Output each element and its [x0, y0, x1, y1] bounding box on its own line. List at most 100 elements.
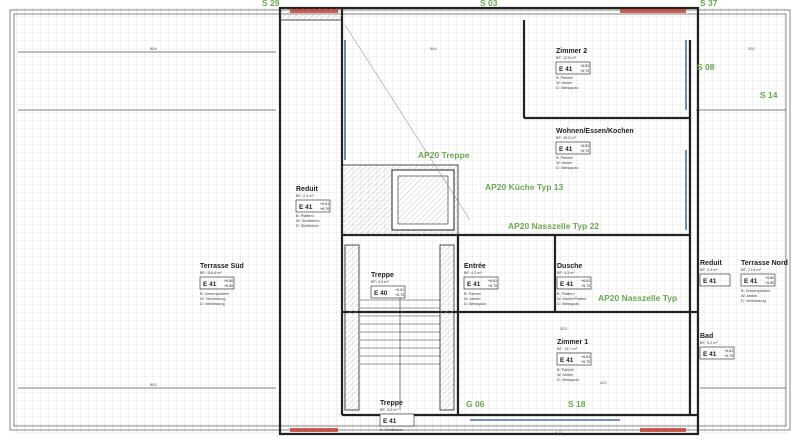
- svg-text:B: Zementplatten: B: Zementplatten: [741, 289, 770, 293]
- svg-text:Reduit: Reduit: [296, 186, 318, 193]
- svg-text:+6.70: +6.70: [580, 149, 589, 153]
- svg-text:+6.50: +6.50: [224, 284, 233, 288]
- svg-text:E 41: E 41: [467, 281, 481, 288]
- svg-text:Dusche: Dusche: [557, 263, 582, 270]
- svg-text:E 41: E 41: [703, 278, 717, 285]
- svg-text:BF: 21.6 m²: BF: 21.6 m²: [741, 268, 762, 272]
- floor-plan-drawing: 854 544 802 323 422 202 8.11 S 29 S 03 S…: [0, 0, 800, 439]
- svg-text:+6.70: +6.70: [320, 207, 329, 211]
- dim-802: 802: [150, 382, 157, 387]
- svg-text:+6.81: +6.81: [581, 279, 590, 283]
- dim-202: 202: [748, 46, 755, 51]
- svg-text:D: Weissputz: D: Weissputz: [556, 166, 578, 170]
- svg-text:BF: 4.2 m²: BF: 4.2 m²: [464, 271, 482, 275]
- svg-text:+6.81: +6.81: [580, 144, 589, 148]
- svg-text:Treppe: Treppe: [371, 272, 394, 279]
- svg-text:B: Parkett: B: Parkett: [556, 156, 574, 160]
- svg-text:Bad: Bad: [700, 333, 713, 340]
- svg-text:Entrée: Entrée: [464, 263, 486, 270]
- svg-text:Wohnen/Essen/Kochen: Wohnen/Essen/Kochen: [556, 128, 634, 135]
- svg-text:B: Plattení: B: Plattení: [296, 214, 314, 218]
- svg-text:D: Sichtbeton: D: Sichtbeton: [296, 224, 319, 228]
- svg-text:+6.50: +6.50: [765, 281, 774, 285]
- svg-text:W: Sichtbeton: W: Sichtbeton: [296, 219, 320, 223]
- label-ap-nasszelle: AP20 Nasszelle Typ: [598, 293, 677, 303]
- svg-text:W: Abrieb/Platten: W: Abrieb/Platten: [557, 297, 586, 301]
- mark-s18: S 18: [568, 399, 586, 409]
- svg-text:Terrasse Nord: Terrasse Nord: [741, 260, 788, 267]
- svg-text:B: Parkett: B: Parkett: [464, 292, 482, 296]
- svg-text:W: Abrieb: W: Abrieb: [741, 294, 757, 298]
- svg-text:W: Abrieb: W: Abrieb: [557, 373, 573, 377]
- mark-s37: S 37: [700, 0, 718, 8]
- svg-text:BF: 4.5 m²: BF: 4.5 m²: [371, 280, 389, 284]
- svg-text:+6.81: +6.81: [395, 288, 404, 292]
- label-ap-treppe: AP20 Treppe: [418, 150, 470, 160]
- svg-text:W: Verkleidung: W: Verkleidung: [200, 297, 225, 301]
- mark-s03: S 03: [480, 0, 498, 8]
- svg-text:B: Sichtbeton: B: Sichtbeton: [380, 428, 403, 432]
- svg-text:+6.70: +6.70: [395, 293, 404, 297]
- svg-text:D: Weissputz: D: Weissputz: [464, 302, 486, 306]
- dim-422: 422: [600, 380, 607, 385]
- svg-text:Reduit: Reduit: [700, 260, 722, 267]
- mark-s14: S 14: [760, 90, 778, 100]
- svg-text:E 41: E 41: [559, 66, 573, 73]
- svg-text:B: Parkett: B: Parkett: [556, 76, 574, 80]
- svg-text:+6.81: +6.81: [580, 64, 589, 68]
- svg-text:E 40: E 40: [374, 290, 388, 297]
- svg-text:D: Weissputz: D: Weissputz: [557, 302, 579, 306]
- svg-text:E 41: E 41: [299, 204, 313, 211]
- svg-text:+6.70: +6.70: [488, 284, 497, 288]
- svg-text:BF: 5.2 m²: BF: 5.2 m²: [700, 341, 718, 345]
- svg-text:E 41: E 41: [703, 351, 717, 358]
- svg-text:+6.81: +6.81: [724, 349, 733, 353]
- svg-text:B: Parkett: B: Parkett: [557, 368, 575, 372]
- svg-text:D: Weissputz: D: Weissputz: [556, 86, 578, 90]
- svg-text:D: Weissputz: D: Weissputz: [557, 378, 579, 382]
- dim-811: 8.11: [555, 430, 563, 435]
- svg-text:+6.70: +6.70: [581, 284, 590, 288]
- svg-text:Zimmer 2: Zimmer 2: [556, 48, 587, 55]
- svg-text:+6.81: +6.81: [488, 279, 497, 283]
- svg-text:E 41: E 41: [383, 418, 397, 425]
- svg-text:+6.81: +6.81: [320, 202, 329, 206]
- svg-text:Terrasse Süd: Terrasse Süd: [200, 263, 244, 270]
- mark-s29: S 29: [262, 0, 280, 8]
- svg-text:D: Verkleidung: D: Verkleidung: [200, 302, 225, 306]
- svg-text:Treppe: Treppe: [380, 400, 403, 407]
- dim-544: 544: [430, 46, 437, 51]
- svg-text:BF: 3.3 m²: BF: 3.3 m²: [700, 268, 718, 272]
- mark-g06: G 06: [466, 399, 485, 409]
- mark-s08: S 08: [697, 62, 715, 72]
- svg-text:E 41: E 41: [203, 281, 217, 288]
- svg-text:W: Abrieb: W: Abrieb: [464, 297, 480, 301]
- svg-text:W: Abrieb: W: Abrieb: [556, 81, 572, 85]
- dim-854: 854: [150, 46, 157, 51]
- svg-text:+6.81: +6.81: [581, 355, 590, 359]
- svg-text:Zimmer 1: Zimmer 1: [557, 339, 588, 346]
- svg-text:BF: 2.3 m²: BF: 2.3 m²: [296, 194, 314, 198]
- svg-text:D: Verkleidung: D: Verkleidung: [741, 299, 766, 303]
- label-ap-kueche: AP20 Küche Typ 13: [485, 182, 564, 192]
- svg-text:+6.80: +6.80: [224, 279, 233, 283]
- svg-text:BF: 116.6 m²: BF: 116.6 m²: [200, 271, 222, 275]
- svg-text:BF: 3.5 m²: BF: 3.5 m²: [380, 408, 398, 412]
- svg-text:B: Plattení: B: Plattení: [557, 292, 575, 296]
- floor-plan: 854 544 802 323 422 202 8.11 S 29 S 03 S…: [0, 0, 800, 439]
- svg-text:E 41: E 41: [560, 281, 574, 288]
- svg-text:+6.70: +6.70: [580, 69, 589, 73]
- svg-text:+6.80: +6.80: [765, 276, 774, 280]
- dim-323: 323: [560, 326, 567, 331]
- svg-text:W: Abrieb: W: Abrieb: [556, 161, 572, 165]
- svg-text:BF: 12.5 m²: BF: 12.5 m²: [556, 56, 577, 60]
- svg-text:+6.70: +6.70: [724, 354, 733, 358]
- svg-text:E 41: E 41: [744, 278, 758, 285]
- svg-text:BF: 13.7 m²: BF: 13.7 m²: [557, 347, 578, 351]
- svg-text:B: Zementplatten: B: Zementplatten: [200, 292, 229, 296]
- svg-text:BF: 4.5 m²: BF: 4.5 m²: [557, 271, 575, 275]
- svg-text:E 41: E 41: [560, 357, 574, 364]
- svg-text:+6.70: +6.70: [581, 360, 590, 364]
- svg-text:E 41: E 41: [559, 146, 573, 153]
- label-ap-nasszelle-22: AP20 Nasszelle Typ 22: [508, 221, 599, 231]
